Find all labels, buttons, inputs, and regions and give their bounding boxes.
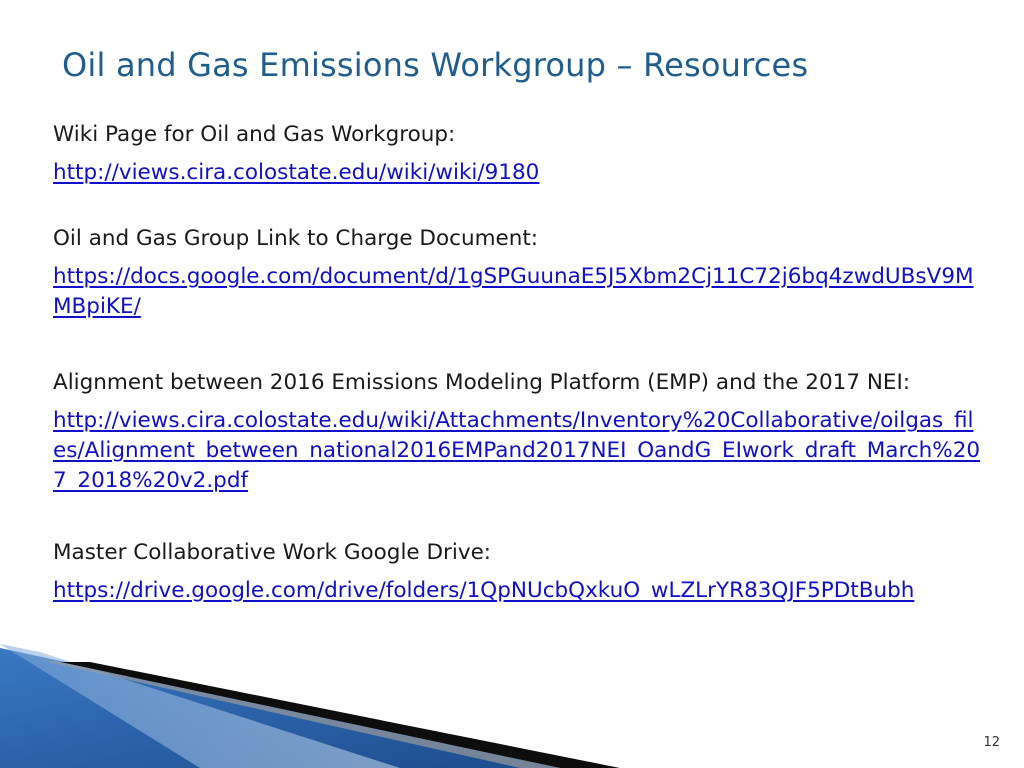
charge-document-link[interactable]: https://docs.google.com/document/d/1gSPG…	[53, 262, 983, 322]
resource-charge-document: Oil and Gas Group Link to Charge Documen…	[53, 224, 983, 322]
alignment-pdf-link[interactable]: http://views.cira.colostate.edu/wiki/Att…	[53, 406, 983, 496]
resource-label: Oil and Gas Group Link to Charge Documen…	[53, 226, 539, 251]
resource-label: Alignment between 2016 Emissions Modelin…	[53, 370, 911, 395]
corner-decoration	[0, 644, 620, 768]
resource-google-drive: Master Collaborative Work Google Drive: …	[53, 538, 983, 606]
page-number: 12	[983, 735, 1000, 750]
resource-label: Master Collaborative Work Google Drive:	[53, 540, 492, 565]
google-drive-link[interactable]: https://drive.google.com/drive/folders/1…	[53, 576, 983, 606]
resource-list: Wiki Page for Oil and Gas Workgroup: htt…	[53, 120, 983, 606]
wiki-page-link[interactable]: http://views.cira.colostate.edu/wiki/wik…	[53, 158, 983, 188]
resource-wiki-page: Wiki Page for Oil and Gas Workgroup: htt…	[53, 120, 983, 188]
resource-alignment: Alignment between 2016 Emissions Modelin…	[53, 368, 983, 496]
resource-label: Wiki Page for Oil and Gas Workgroup:	[53, 122, 456, 147]
slide-title: Oil and Gas Emissions Workgroup – Resour…	[62, 46, 809, 84]
